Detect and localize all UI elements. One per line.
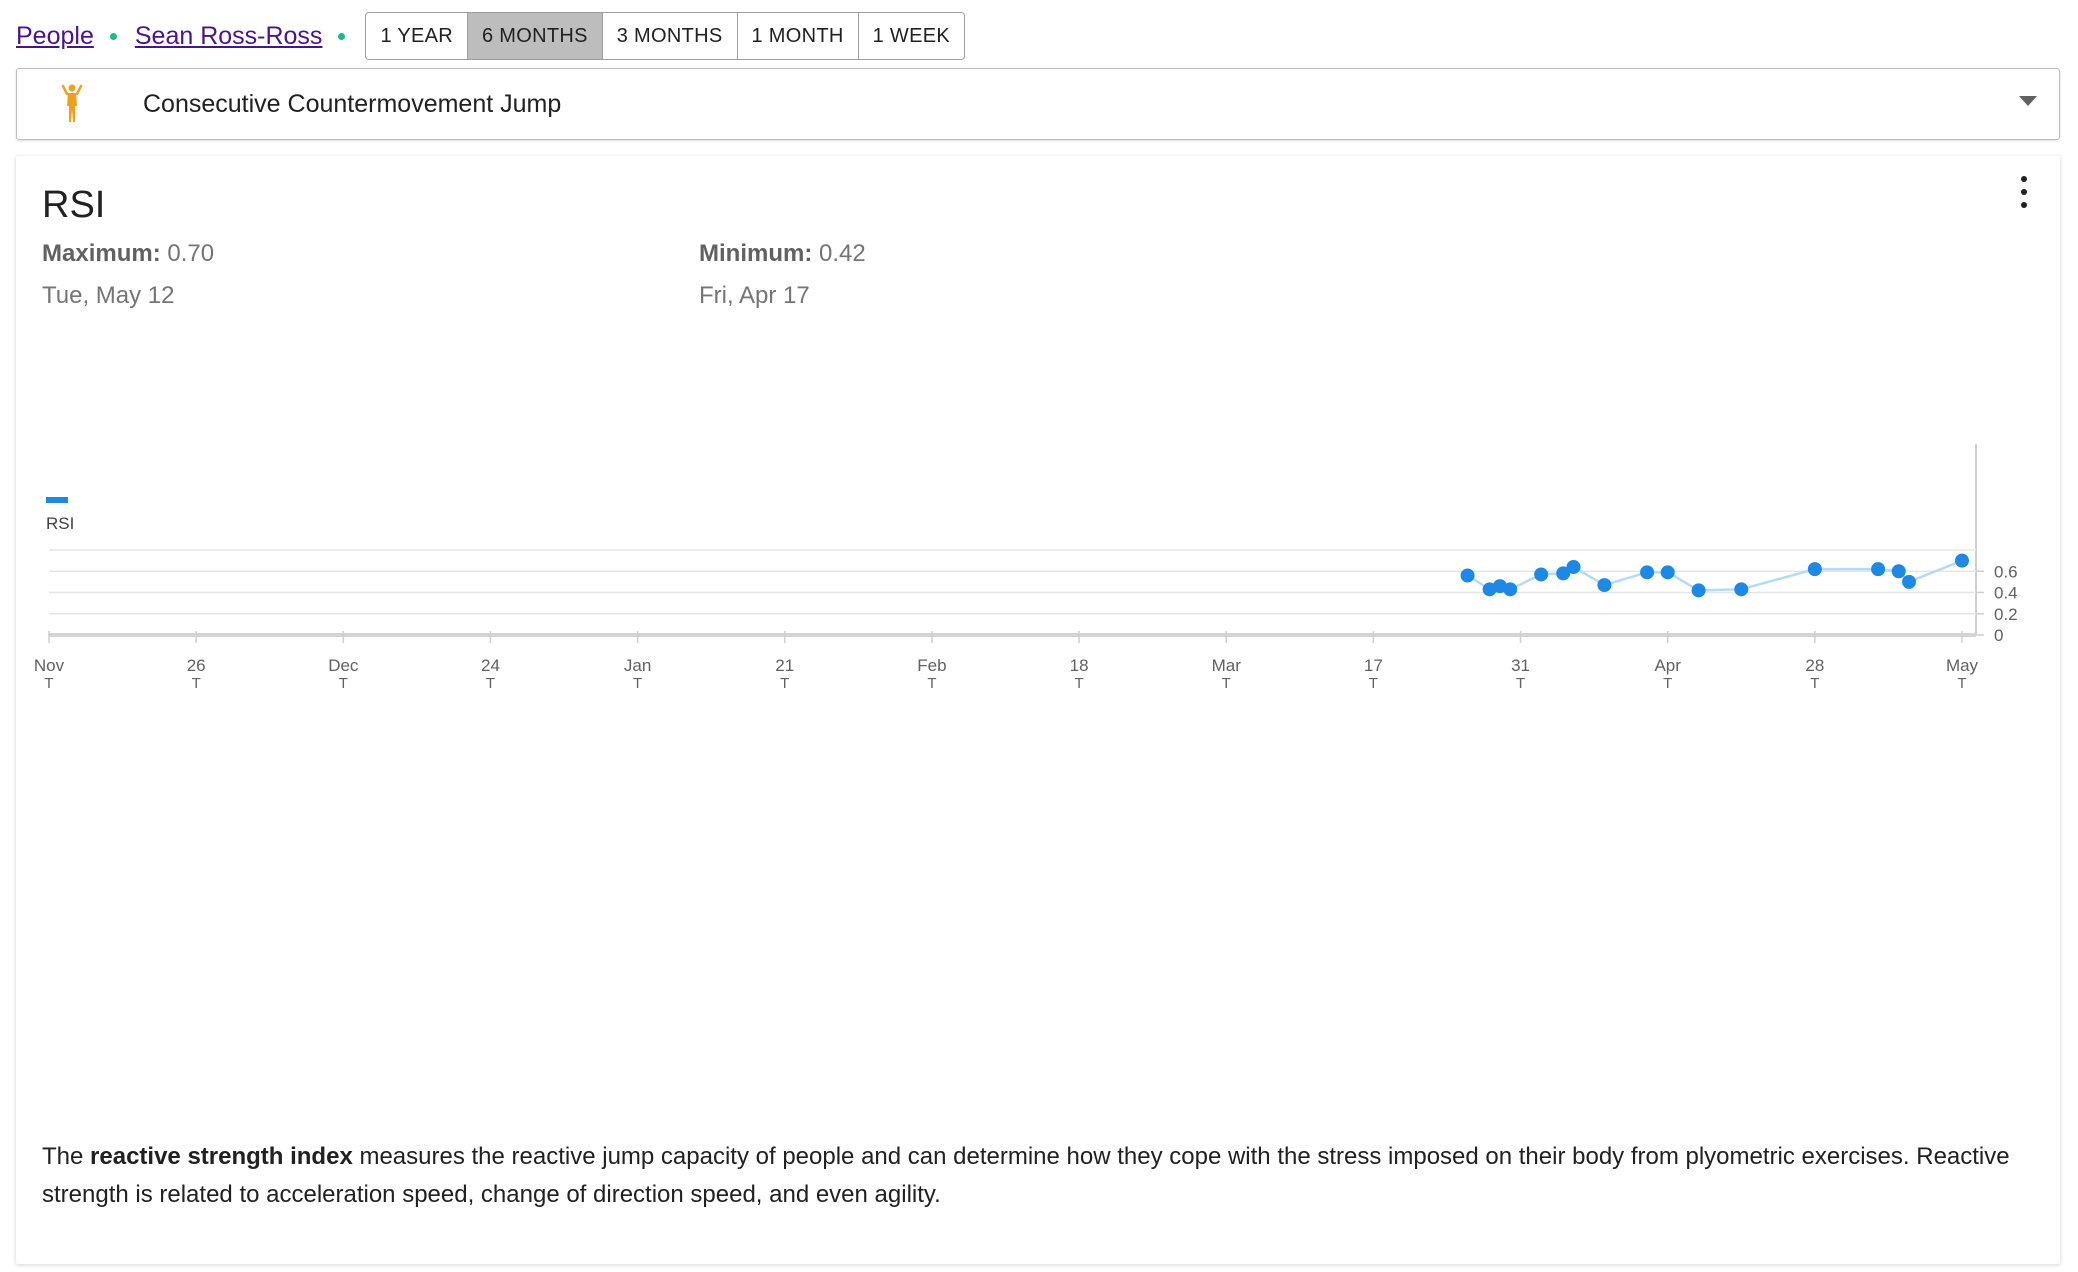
x-tick-label: 17 bbox=[1364, 656, 1383, 675]
y-tick-label: 0 bbox=[1994, 626, 2003, 645]
more-vert-icon[interactable] bbox=[2012, 176, 2036, 208]
x-tick-label: Dec bbox=[328, 656, 359, 675]
x-tick-label: May bbox=[1946, 656, 1979, 675]
x-tick-label: 26 bbox=[187, 656, 206, 675]
rsi-chart: RSI NovT26TDecT24TJanT21TFebT18TMarT17T3… bbox=[34, 444, 2018, 692]
y-tick-label: 0.4 bbox=[1994, 584, 2018, 603]
x-tick-label: 28 bbox=[1805, 656, 1824, 675]
data-point[interactable] bbox=[1955, 553, 1969, 568]
card-title: RSI bbox=[42, 184, 106, 226]
breadcrumb-people-link[interactable]: People bbox=[16, 22, 94, 51]
range-1-month-button[interactable]: 1 MONTH bbox=[737, 13, 859, 59]
x-tick-sublabel: T bbox=[339, 675, 348, 692]
x-tick-sublabel: T bbox=[44, 675, 53, 692]
x-tick-label: Mar bbox=[1212, 656, 1242, 675]
x-tick-label: 21 bbox=[775, 656, 794, 675]
minimum-stat: Minimum: 0.42 bbox=[699, 240, 866, 268]
data-point[interactable] bbox=[1902, 574, 1917, 589]
jumping-person-icon bbox=[57, 82, 87, 126]
time-range-toggle: 1 YEAR 6 MONTHS 3 MONTHS 1 MONTH 1 WEEK bbox=[365, 12, 966, 60]
data-point[interactable] bbox=[1503, 582, 1518, 597]
range-3-months-button[interactable]: 3 MONTHS bbox=[602, 13, 738, 59]
x-tick-label: Feb bbox=[917, 656, 946, 675]
x-tick-sublabel: T bbox=[1516, 675, 1525, 692]
breadcrumb-separator bbox=[109, 32, 117, 40]
description-bold-term: reactive strength index bbox=[90, 1143, 353, 1170]
x-tick-label: 31 bbox=[1511, 656, 1530, 675]
x-tick-sublabel: T bbox=[927, 675, 936, 692]
data-point[interactable] bbox=[1640, 565, 1655, 580]
data-point[interactable] bbox=[1871, 562, 1886, 577]
x-tick-sublabel: T bbox=[1369, 675, 1378, 692]
data-point[interactable] bbox=[1660, 565, 1675, 580]
legend-swatch bbox=[46, 497, 68, 503]
x-tick-sublabel: T bbox=[633, 675, 642, 692]
x-tick-label: Apr bbox=[1654, 656, 1681, 675]
range-1-week-button[interactable]: 1 WEEK bbox=[858, 13, 965, 59]
x-tick-sublabel: T bbox=[192, 675, 201, 692]
data-point[interactable] bbox=[1597, 578, 1612, 593]
x-tick-sublabel: T bbox=[1663, 675, 1672, 692]
chevron-down-icon bbox=[2019, 96, 2037, 106]
maximum-label: Maximum: bbox=[42, 240, 161, 267]
range-6-months-button[interactable]: 6 MONTHS bbox=[468, 13, 603, 59]
data-point[interactable] bbox=[1734, 582, 1749, 597]
test-select-dropdown[interactable]: Consecutive Countermovement Jump bbox=[16, 68, 2060, 140]
x-tick-sublabel: T bbox=[1810, 675, 1819, 692]
y-tick-label: 0.6 bbox=[1994, 562, 2018, 581]
description-prefix: The bbox=[42, 1143, 91, 1170]
x-tick-sublabel: T bbox=[1074, 675, 1083, 692]
minimum-label: Minimum: bbox=[699, 240, 813, 267]
maximum-stat: Maximum: 0.70 bbox=[42, 240, 214, 268]
data-point[interactable] bbox=[1566, 560, 1581, 574]
x-tick-label: 24 bbox=[481, 656, 500, 675]
top-bar: People Sean Ross-Ross 1 YEAR 6 MONTHS 3 … bbox=[16, 12, 966, 60]
data-point[interactable] bbox=[1807, 562, 1822, 577]
data-point[interactable] bbox=[1691, 583, 1706, 598]
metric-description: The reactive strength index measures the… bbox=[42, 1138, 2012, 1214]
x-tick-sublabel: T bbox=[1957, 675, 1966, 692]
test-select-value: Consecutive Countermovement Jump bbox=[143, 89, 562, 118]
rsi-card: RSI Maximum: 0.70 Tue, May 12 Minimum: 0… bbox=[16, 156, 2060, 1264]
x-tick-sublabel: T bbox=[486, 675, 495, 692]
y-tick-label: 0.2 bbox=[1994, 605, 2018, 624]
breadcrumb-person-link[interactable]: Sean Ross-Ross bbox=[135, 22, 323, 51]
maximum-value: 0.70 bbox=[167, 240, 215, 267]
x-tick-label: Jan bbox=[624, 656, 651, 675]
x-tick-sublabel: T bbox=[1222, 675, 1231, 692]
data-point[interactable] bbox=[1460, 568, 1475, 583]
x-tick-sublabel: T bbox=[780, 675, 789, 692]
data-point[interactable] bbox=[1891, 564, 1906, 579]
x-tick-label: Nov bbox=[34, 656, 65, 675]
legend-label: RSI bbox=[46, 514, 74, 533]
x-tick-label: 18 bbox=[1070, 656, 1089, 675]
minimum-value: 0.42 bbox=[819, 240, 866, 267]
data-point[interactable] bbox=[1534, 567, 1549, 582]
minimum-date: Fri, Apr 17 bbox=[699, 282, 810, 309]
breadcrumb-separator bbox=[338, 32, 346, 40]
maximum-date: Tue, May 12 bbox=[42, 282, 175, 309]
range-1-year-button[interactable]: 1 YEAR bbox=[366, 13, 469, 59]
